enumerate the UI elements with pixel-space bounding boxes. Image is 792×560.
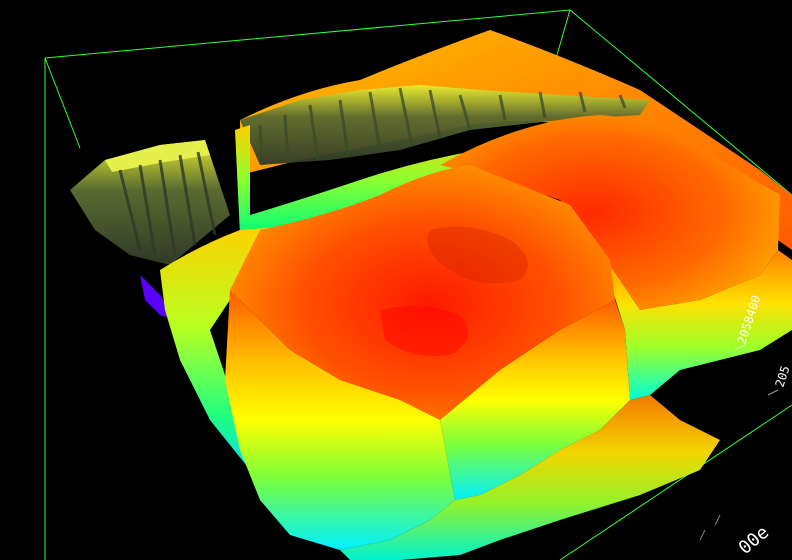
x-axis-labels: 00e: [699, 514, 773, 559]
x-axis-tick-label-1: 00e: [735, 522, 773, 559]
y-axis-tick-label-2: 205: [773, 364, 792, 389]
3d-viewport[interactable]: 2058400 205 00e: [0, 0, 792, 560]
